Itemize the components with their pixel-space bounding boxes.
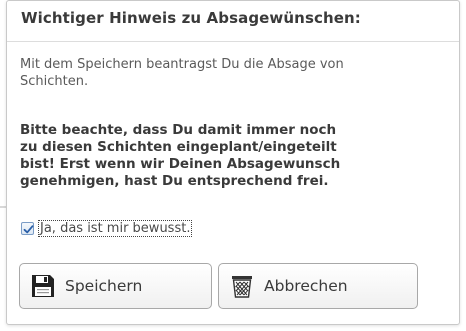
warning-line-3: bist! Erst wenn wir Deinen Absagewunsch: [20, 156, 341, 172]
warning-line-2: zu diesen Schichten eingeplant/eingeteil…: [20, 139, 337, 155]
intro-text: Mit dem Speichern beantragst Du die Absa…: [20, 56, 450, 90]
screen: Wichtiger Hinweis zu Absagewünschen: Mit…: [0, 0, 466, 331]
checkmark-icon: [23, 224, 34, 233]
cancel-button[interactable]: Abbrechen: [218, 263, 418, 309]
save-button[interactable]: Speichern: [19, 263, 212, 309]
cancel-button-label: Abbrechen: [264, 277, 348, 295]
cancellation-notice-dialog: Wichtiger Hinweis zu Absagewünschen: Mit…: [6, 0, 460, 325]
warning-text: Bitte beachte, dass Du damit immer noch …: [20, 122, 452, 190]
dialog-title: Wichtiger Hinweis zu Absagewünschen:: [21, 9, 361, 27]
warning-line-1: Bitte beachte, dass Du damit immer noch: [20, 122, 337, 138]
intro-line-2: Schichten.: [20, 74, 89, 89]
save-button-label: Speichern: [65, 277, 143, 295]
confirm-checkbox-row[interactable]: Ja, das ist mir bewusst.: [21, 219, 193, 237]
warning-line-4: genehmigen, hast Du entsprechend frei.: [20, 173, 329, 189]
floppy-disk-icon: [32, 275, 54, 297]
confirm-checkbox[interactable]: [21, 221, 34, 235]
intro-line-1: Mit dem Speichern beantragst Du die Absa…: [20, 57, 344, 72]
trash-bin-icon: [232, 276, 252, 298]
confirm-checkbox-label[interactable]: Ja, das ist mir bewusst.: [37, 219, 193, 237]
title-divider: [7, 41, 459, 42]
